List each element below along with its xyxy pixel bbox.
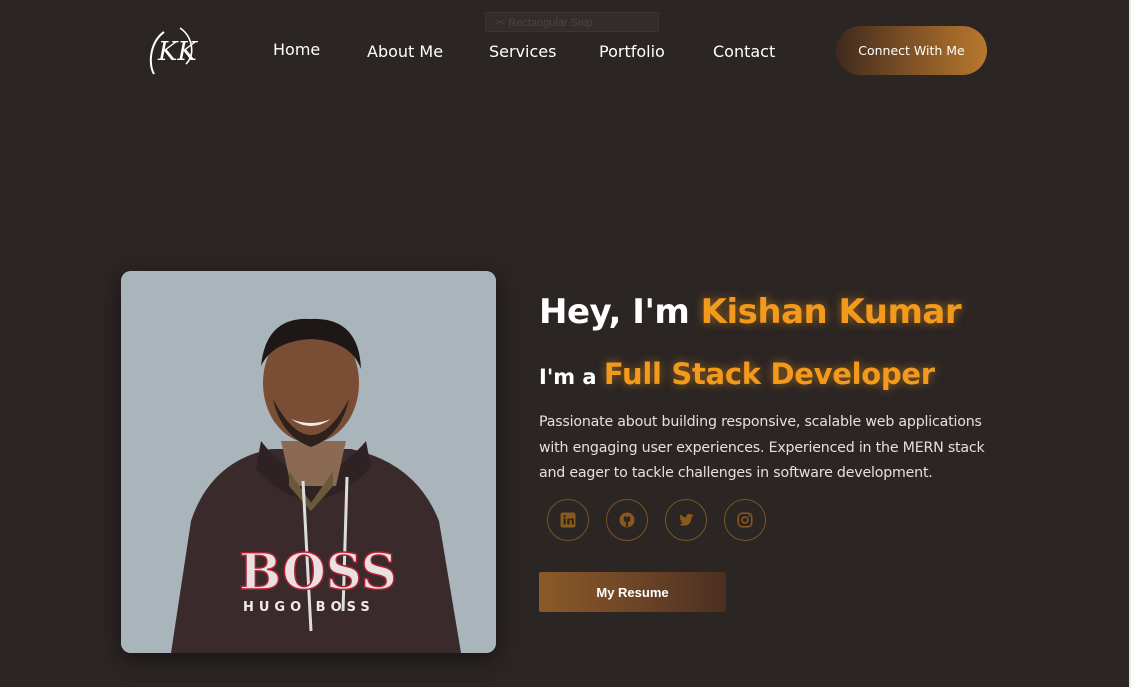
nav-link-about-me[interactable]: About Me [367, 42, 443, 61]
hero-role-heading: I'm a Full Stack Developer [539, 357, 935, 391]
twitter-icon [678, 513, 694, 526]
hero-greeting: Hey, I'm [539, 292, 701, 332]
instagram-icon [737, 512, 753, 528]
github-icon [619, 512, 635, 528]
hero-role: Full Stack Developer [603, 357, 935, 391]
github-link[interactable] [606, 499, 648, 541]
nav-link-contact[interactable]: Contact [713, 42, 775, 61]
rectangular-snip-overlay: ✂ Rectangular Snip [485, 12, 659, 32]
snip-icon: ✂ [496, 17, 506, 29]
site-logo[interactable]: KK [146, 24, 202, 76]
linkedin-icon [560, 512, 576, 528]
snip-label: Rectangular Snip [508, 17, 593, 29]
hoodie-subtext: HUGO BOSS [243, 600, 375, 615]
profile-photo: BOSS HUGO BOSS [121, 271, 496, 653]
my-resume-button[interactable]: My Resume [539, 572, 726, 612]
nav-link-portfolio[interactable]: Portfolio [599, 42, 665, 61]
logo-text: KK [157, 37, 198, 67]
instagram-link[interactable] [724, 499, 766, 541]
nav-link-services[interactable]: Services [489, 42, 556, 61]
hero-role-prefix: I'm a [539, 365, 604, 389]
connect-with-me-button[interactable]: Connect With Me [836, 26, 987, 75]
hero-name: Kishan Kumar [700, 292, 962, 332]
profile-portrait-illustration: BOSS HUGO BOSS [121, 271, 496, 653]
hoodie-brand-text: BOSS [239, 542, 397, 601]
social-links [547, 499, 766, 541]
hero-heading: Hey, I'm Kishan Kumar [539, 292, 962, 332]
nav-link-home[interactable]: Home [273, 40, 320, 59]
hero-bio: Passionate about building responsive, sc… [539, 414, 985, 481]
twitter-link[interactable] [665, 499, 707, 541]
linkedin-link[interactable] [547, 499, 589, 541]
